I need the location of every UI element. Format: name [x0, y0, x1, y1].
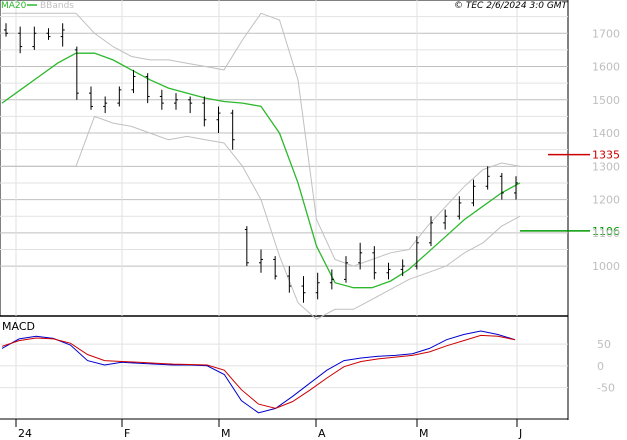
ohlc-bar [18, 26, 23, 54]
macd-tick-label: 50 [597, 338, 611, 351]
month-tick-label: F [124, 427, 130, 440]
macd-panel-title: MACD [2, 320, 35, 333]
ohlc-bar [273, 256, 278, 280]
ohlc-bar [131, 69, 136, 94]
ohlc-bar [4, 23, 8, 37]
ohlc-bar [471, 179, 476, 207]
ohlc-bar [89, 86, 93, 110]
bband-upper-line [2, 12, 521, 267]
month-tick-label: M [419, 427, 429, 440]
macd-tick-label: -50 [597, 382, 615, 395]
macd-panel: 50 0 -50 [0, 330, 615, 414]
price-bars [4, 23, 518, 303]
ohlc-bar [188, 96, 193, 114]
month-tick-label: J [518, 427, 522, 440]
month-tick-label: 24 [18, 427, 32, 440]
ohlc-bar [174, 93, 178, 110]
ohlc-bar [230, 109, 235, 150]
macd-tick-label: 0 [597, 360, 604, 373]
copyright-text: © TEC 2/6/2024 3:0 GMT [454, 1, 569, 11]
ohlc-bar [117, 86, 122, 107]
stock-chart: 1335 1106 1000 1100 1200 1300 1400 1500 1600 170… [0, 0, 627, 440]
price-tick-label: 1500 [592, 94, 620, 107]
month-tick-label: M [221, 427, 231, 440]
price-tick-label: 1600 [592, 61, 620, 74]
price-tick-label: 1300 [592, 160, 620, 173]
ohlc-bar [386, 262, 391, 280]
ohlc-bar [499, 172, 504, 200]
time-axis: 24 F M A M J [15, 419, 522, 440]
bband-lower-line [2, 115, 521, 320]
ohlc-bar [32, 26, 37, 50]
price-tick-label: 1700 [592, 27, 620, 40]
ohlc-bar [60, 23, 65, 47]
ohlc-bar [202, 96, 207, 127]
ohlc-bar [287, 266, 292, 293]
ohlc-bar [358, 242, 363, 270]
ohlc-bar [103, 96, 108, 114]
legend: MA20 BBands [1, 1, 74, 11]
ohlc-bar [216, 106, 221, 134]
ohlc-bar [485, 166, 490, 190]
chart-canvas: 13351106 1000110012001300140015001600170… [0, 0, 620, 440]
macd-series-signal [1, 334, 516, 409]
ohlc-bar [443, 209, 448, 230]
ohlc-bar [244, 226, 249, 267]
price-tick-label: 1100 [592, 227, 620, 240]
main-panel-frame [0, 0, 569, 420]
ohlc-bar [344, 256, 348, 283]
month-tick-label: A [318, 427, 326, 440]
legend-bbands-label: BBands [40, 1, 74, 11]
price-tick-label: 1000 [592, 260, 620, 273]
ohlc-bar [46, 28, 51, 40]
price-tick-label: 1400 [592, 127, 620, 140]
legend-ma20-label: MA20 [1, 1, 27, 11]
ohlc-bar [259, 249, 263, 273]
grid-lines [0, 0, 568, 418]
macd-series-macd [1, 330, 516, 414]
ohlc-bar [74, 46, 79, 100]
ohlc-bar [301, 276, 306, 303]
ohlc-bar [372, 246, 377, 280]
price-tick-label: 1200 [592, 194, 620, 207]
